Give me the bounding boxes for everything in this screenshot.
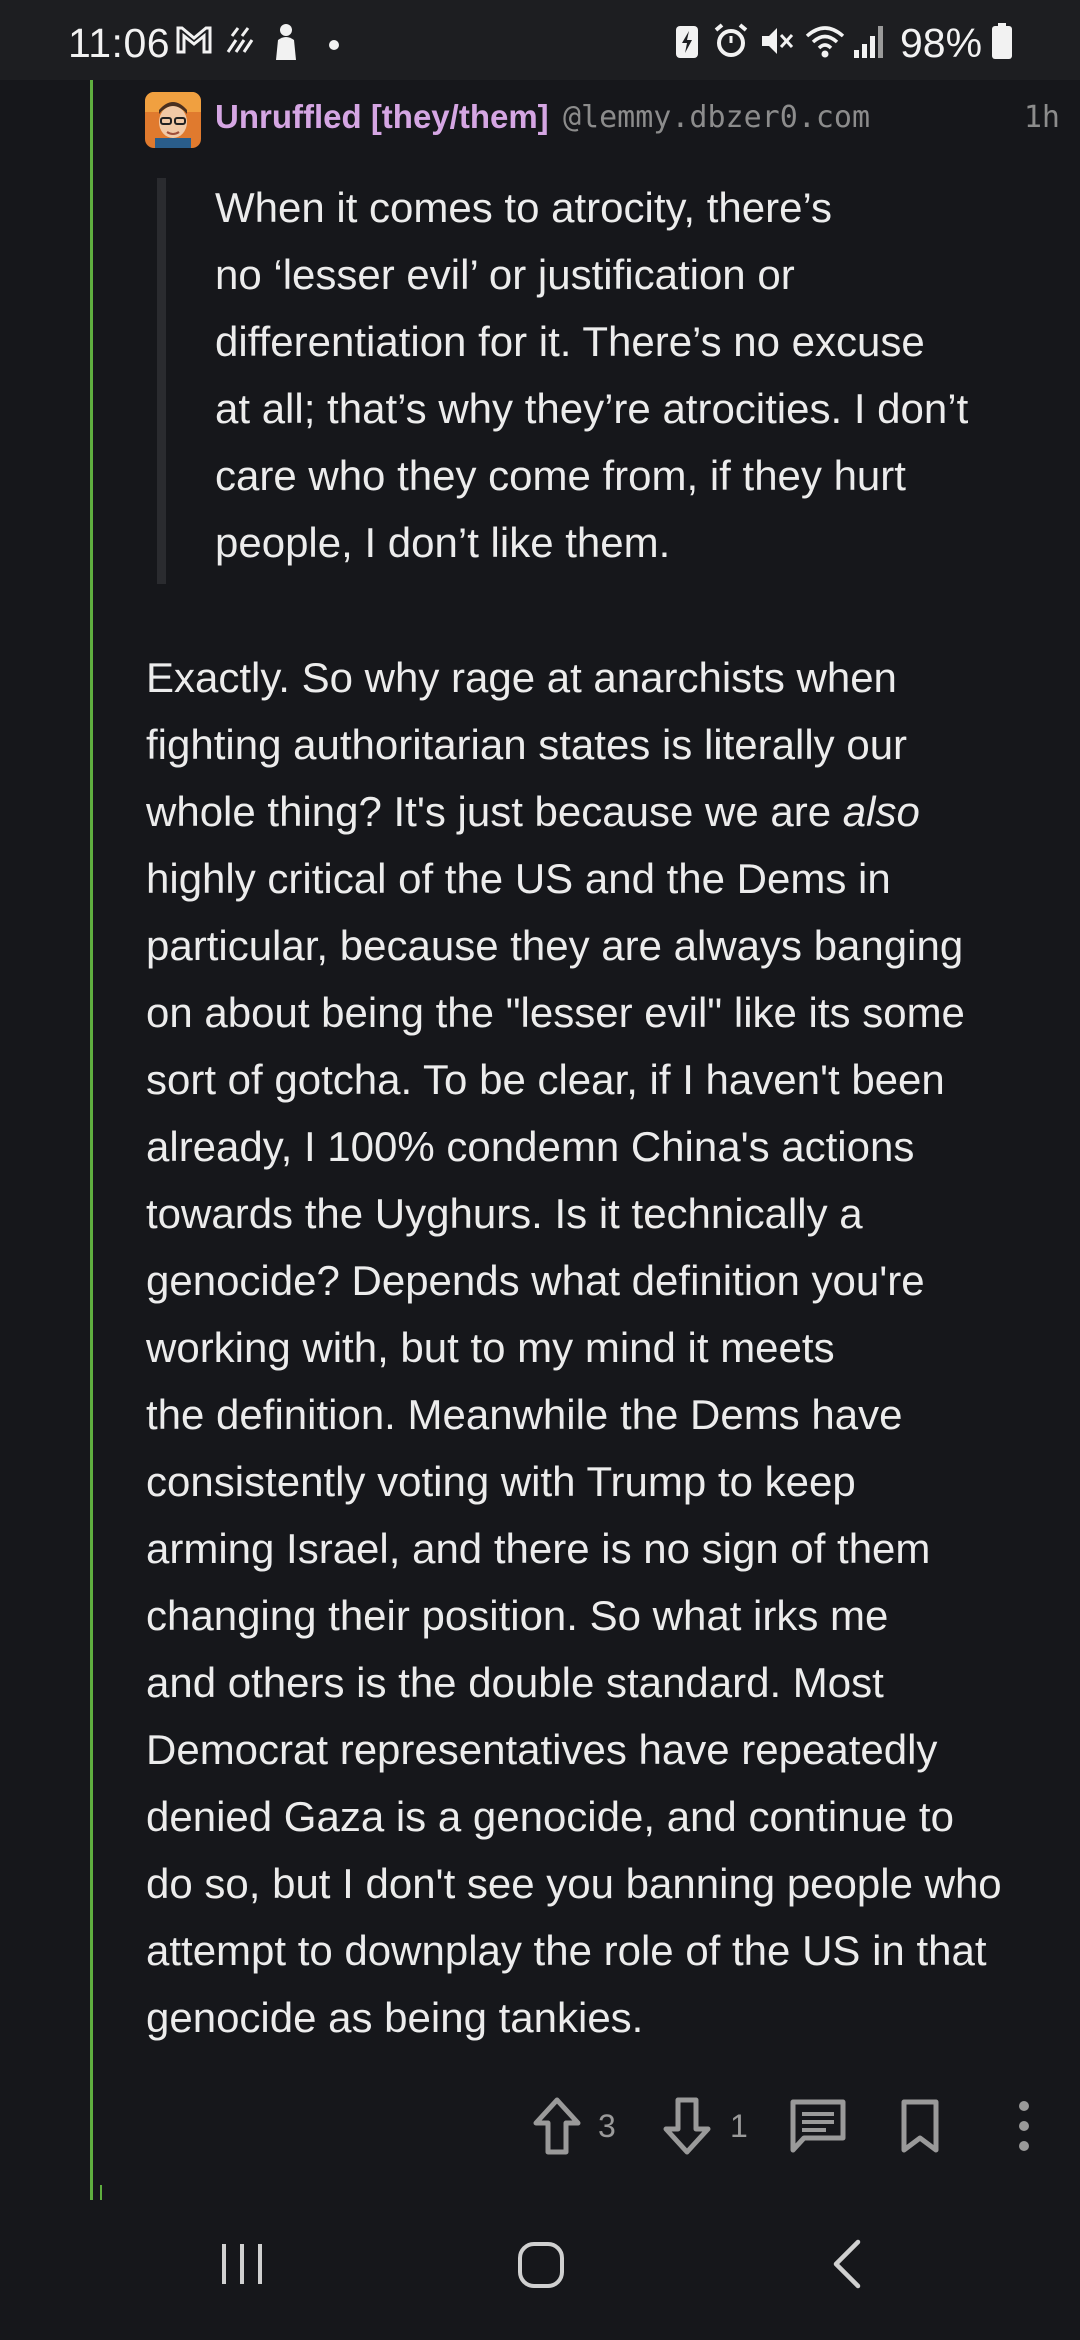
quote-line: people, I don’t like them. xyxy=(215,519,671,566)
avatar[interactable] xyxy=(145,92,201,148)
wifi-icon xyxy=(804,22,846,65)
body-line: Democrat representatives have repeatedly xyxy=(146,1726,938,1773)
downvote-button[interactable] xyxy=(662,2096,712,2156)
body-line: towards the Uyghurs. Is it technically a xyxy=(146,1190,863,1237)
status-bar: 11:06 98% xyxy=(0,0,1080,80)
body-line-text: whole thing? It's just because we are xyxy=(146,788,843,835)
bookmark-icon xyxy=(901,2099,939,2153)
body-line: arming Israel, and there is no sign of t… xyxy=(146,1525,931,1572)
body-line: do so, but I don't see you banning peopl… xyxy=(146,1860,1002,1907)
comment-age: 1h xyxy=(1023,100,1060,135)
thread-depth-line xyxy=(90,80,93,2200)
quote-line: no ‘lesser evil’ or justification or xyxy=(215,251,795,298)
status-time: 11:06 xyxy=(68,20,171,66)
gmail-icon xyxy=(174,22,214,63)
comment-body: Exactly. So why rage at anarchists when … xyxy=(146,644,1066,2051)
body-line: sort of gotcha. To be clear, if I haven'… xyxy=(146,1056,945,1103)
quote-line: When it comes to atrocity, there’s xyxy=(215,184,833,231)
author-instance[interactable]: @lemmy.dbzer0.com xyxy=(563,100,870,135)
body-line: whole thing? It's just because we are al… xyxy=(146,778,1066,845)
body-line: consistently voting with Trump to keep xyxy=(146,1458,856,1505)
signal-icon xyxy=(852,22,888,65)
body-line: genocide? Depends what definition you're xyxy=(146,1257,925,1304)
downvote-count: 1 xyxy=(730,2108,748,2144)
quote-line: care who they come from, if they hurt xyxy=(215,452,906,499)
home-icon[interactable] xyxy=(516,2238,568,2295)
author-name[interactable]: Unruffled [they/them] xyxy=(215,98,549,136)
comment-icon xyxy=(790,2099,846,2153)
battery-percent: 98% xyxy=(900,20,983,66)
body-line: particular, because they are always bang… xyxy=(146,922,964,969)
arrow-down-icon xyxy=(663,2097,711,2155)
save-button[interactable] xyxy=(898,2096,942,2156)
comment-actions: 3 1 xyxy=(520,2090,1060,2160)
blockquote: When it comes to atrocity, there’s no ‘l… xyxy=(215,174,1045,576)
arrow-up-icon xyxy=(533,2097,581,2155)
body-line: the definition. Meanwhile the Dems have xyxy=(146,1391,903,1438)
alarm-icon xyxy=(712,22,750,65)
figure-icon xyxy=(272,22,300,67)
body-line: attempt to downplay the role of the US i… xyxy=(146,1927,987,1974)
body-line: changing their position. So what irks me xyxy=(146,1592,889,1639)
battery-icon xyxy=(990,22,1014,65)
weather-icon xyxy=(222,22,258,63)
body-line: on about being the "lesser evil" like it… xyxy=(146,989,965,1036)
quote-line: at all; that’s why they’re atrocities. I… xyxy=(215,385,969,432)
body-line: and others is the double standard. Most xyxy=(146,1659,884,1706)
mute-icon xyxy=(758,22,796,65)
battery-saver-icon xyxy=(672,22,702,65)
body-emphasis: also xyxy=(842,788,920,835)
body-line: denied Gaza is a genocide, and continue … xyxy=(146,1793,954,1840)
more-options-button[interactable] xyxy=(1012,2096,1036,2156)
back-icon[interactable] xyxy=(828,2238,868,2295)
blockquote-bar xyxy=(157,178,166,584)
recent-apps-icon[interactable] xyxy=(218,2238,266,2295)
more-vertical-icon xyxy=(1019,2101,1029,2151)
body-line: Exactly. So why rage at anarchists when xyxy=(146,654,897,701)
upvote-button[interactable] xyxy=(532,2096,582,2156)
comment-header: Unruffled [they/them] @lemmy.dbzer0.com … xyxy=(145,92,1060,152)
system-nav-bar xyxy=(0,2200,1080,2340)
dot-icon xyxy=(328,38,340,56)
body-line: working with, but to my mind it meets xyxy=(146,1324,835,1371)
upvote-count: 3 xyxy=(598,2108,616,2144)
quote-line: differentiation for it. There’s no excus… xyxy=(215,318,925,365)
app-screen: 11:06 98% Unruffled [they/them] @lemmy.d… xyxy=(0,0,1080,2340)
body-line: already, I 100% condemn China's actions xyxy=(146,1123,915,1170)
body-line: fighting authoritarian states is literal… xyxy=(146,721,908,768)
body-line: genocide as being tankies. xyxy=(146,1994,644,2041)
reply-button[interactable] xyxy=(788,2096,848,2156)
body-line: highly critical of the US and the Dems i… xyxy=(146,855,891,902)
